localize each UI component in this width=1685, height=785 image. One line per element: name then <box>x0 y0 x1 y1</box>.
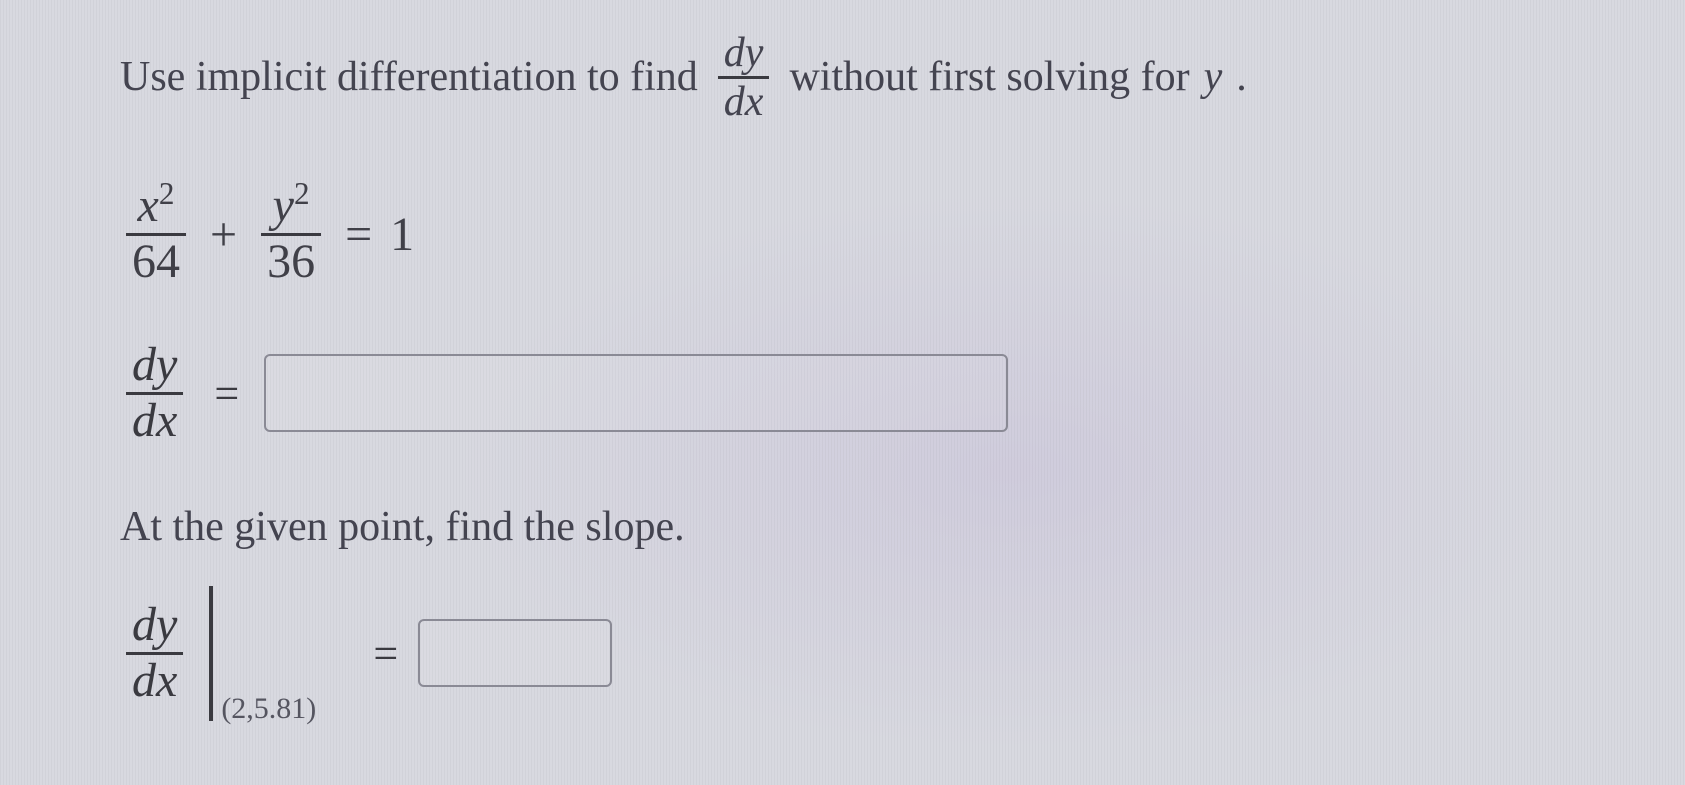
instruction-pre: Use implicit differentiation to find <box>120 52 698 102</box>
slope-input[interactable] <box>418 619 612 687</box>
dy-dx-lhs: dy dx <box>126 339 183 448</box>
instruction-line: Use implicit differentiation to find dy … <box>120 30 1565 125</box>
slope-instruction: At the given point, find the slope. <box>120 503 1565 551</box>
equals-sign: = <box>345 207 372 262</box>
evaluation-point: (2,5.81) <box>221 692 316 726</box>
derivative-input[interactable] <box>264 354 1008 432</box>
equals-sign: = <box>373 628 398 679</box>
instruction-post: without first solving for <box>789 52 1189 102</box>
term1-numerator: x2 <box>132 180 181 233</box>
term2-exp: 2 <box>294 176 310 211</box>
dy-numerator: dy <box>718 30 770 76</box>
question-panel: Use implicit differentiation to find dy … <box>0 0 1685 751</box>
dy-numerator: dy <box>126 599 183 652</box>
term1-exp: 2 <box>159 176 175 211</box>
instruction-var-y: y <box>1204 52 1223 102</box>
dy-dx-lhs-2: dy dx <box>126 599 183 708</box>
evaluation-bar: (2,5.81) <box>209 586 213 721</box>
dy-dx-fraction: dy dx <box>718 30 770 125</box>
term2-var: y <box>273 179 294 232</box>
slope-answer-row: dy dx (2,5.81) = <box>120 586 1565 721</box>
dx-denominator: dx <box>126 395 183 448</box>
rhs-one: 1 <box>390 207 414 262</box>
term2-fraction: y2 36 <box>261 180 321 289</box>
dx-denominator: dx <box>718 79 770 125</box>
equals-sign: = <box>214 368 239 419</box>
dx-denominator: dx <box>126 655 183 708</box>
term2-denominator: 36 <box>261 236 321 289</box>
plus-sign: + <box>210 207 237 262</box>
term2-numerator: y2 <box>267 180 316 233</box>
term1-denominator: 64 <box>126 236 186 289</box>
dy-numerator: dy <box>126 339 183 392</box>
term1-fraction: x2 64 <box>126 180 186 289</box>
derivative-answer-row: dy dx = <box>120 339 1565 448</box>
term1-var: x <box>138 179 159 232</box>
instruction-period: . <box>1236 52 1247 102</box>
given-equation: x2 64 + y2 36 = 1 <box>120 180 1565 289</box>
